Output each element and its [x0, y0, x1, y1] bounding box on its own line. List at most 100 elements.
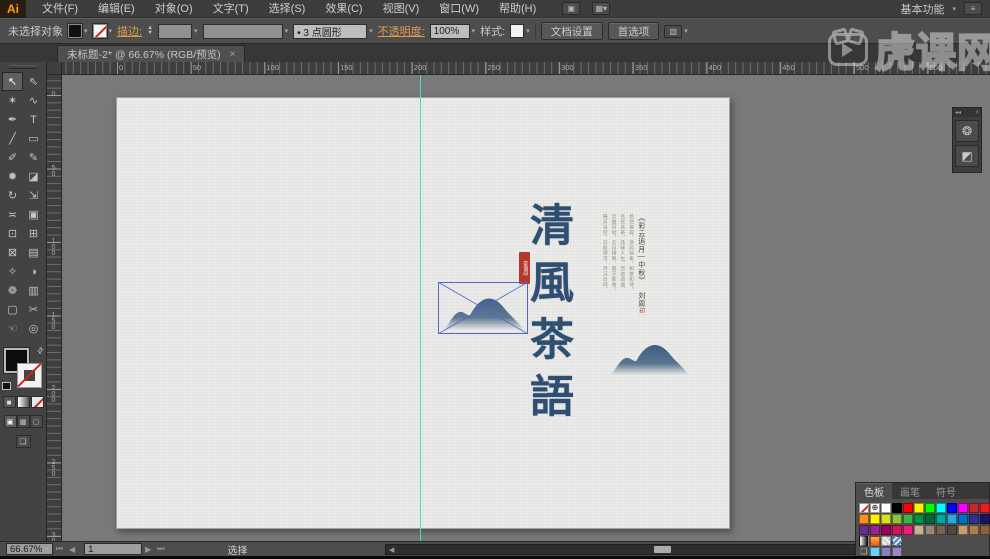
swatch[interactable] — [870, 525, 880, 535]
stroke-link[interactable]: 描边: — [117, 23, 142, 39]
width-tool[interactable]: ≍ — [2, 205, 23, 224]
swatch[interactable] — [936, 525, 946, 535]
preferences-button[interactable]: 首选项 — [607, 22, 660, 40]
brush-definition-field[interactable]: • 3 点圆形 — [293, 23, 368, 39]
document-setup-button[interactable]: 文档设置 — [540, 22, 603, 40]
fill-color-control[interactable]: ▾ — [67, 23, 88, 39]
shape-builder-tool[interactable]: ⊡ — [2, 224, 23, 243]
color-mode-button[interactable]: ■ — [2, 396, 16, 408]
brush-definition-control[interactable]: • 3 点圆形 ▾ — [293, 23, 373, 39]
panel-grip[interactable] — [9, 65, 37, 69]
swatch[interactable] — [903, 525, 913, 535]
swatch[interactable] — [903, 503, 913, 513]
stroke-weight-control[interactable]: ▾ — [158, 23, 198, 39]
stroke-color-control[interactable]: ▾ — [91, 23, 112, 39]
menu-item-4[interactable]: 选择(S) — [259, 0, 316, 18]
menu-item-2[interactable]: 对象(O) — [145, 0, 203, 18]
opacity-field[interactable]: 100% — [429, 23, 470, 39]
eyedropper-tool[interactable]: ✧ — [2, 262, 23, 281]
draw-behind-button[interactable]: ▩ — [16, 415, 30, 428]
swatch[interactable] — [881, 503, 891, 513]
style-swatch[interactable] — [510, 24, 525, 38]
paintbrush-tool[interactable]: ✐ — [2, 148, 23, 167]
selection-tool[interactable]: ↖ — [2, 72, 23, 91]
scrollbar-thumb[interactable] — [654, 546, 671, 553]
next-artboard-button[interactable]: ▶ — [145, 545, 151, 554]
slice-tool[interactable]: ✂ — [23, 300, 44, 319]
menu-item-6[interactable]: 视图(V) — [373, 0, 430, 18]
swatch[interactable] — [969, 514, 979, 524]
menu-item-3[interactable]: 文字(T) — [203, 0, 259, 18]
swatch[interactable] — [936, 503, 946, 513]
ruler-origin-corner[interactable] — [47, 62, 62, 75]
swatch[interactable] — [925, 503, 935, 513]
swatch-registration[interactable]: ⊕ — [870, 503, 880, 513]
line-segment-tool[interactable]: ╱ — [2, 129, 23, 148]
swatch[interactable] — [903, 514, 913, 524]
direct-selection-tool[interactable]: ⇖ — [23, 72, 44, 91]
previous-artboard-button[interactable]: ◀ — [69, 545, 75, 554]
swatch[interactable] — [958, 503, 968, 513]
swatch[interactable] — [892, 514, 902, 524]
column-graph-tool[interactable]: ▥ — [23, 281, 44, 300]
swatch[interactable] — [881, 514, 891, 524]
swatch[interactable] — [859, 525, 869, 535]
workspace-switcher[interactable]: 基本功能 ▾ ≡ — [900, 1, 990, 17]
artboard-navigation-field[interactable]: 1 ▾ — [84, 543, 143, 555]
swatch[interactable] — [892, 503, 902, 513]
app-bar-button[interactable]: ≡ — [964, 2, 982, 15]
gradient-panel-icon[interactable]: ◩ — [955, 145, 979, 167]
fill-swatch[interactable] — [67, 23, 83, 39]
draw-inside-button[interactable]: ▢ — [29, 415, 43, 428]
swatch[interactable] — [980, 525, 990, 535]
menu-item-7[interactable]: 窗口(W) — [429, 0, 489, 18]
pencil-tool[interactable]: ✎ — [23, 148, 44, 167]
menu-item-1[interactable]: 编辑(E) — [88, 0, 145, 18]
arrange-documents-icon[interactable]: ▦▾ — [592, 2, 611, 15]
menu-item-0[interactable]: 文件(F) — [32, 0, 88, 18]
selected-image-placeholder[interactable] — [438, 282, 528, 334]
close-icon[interactable]: × — [230, 49, 236, 60]
swatch[interactable] — [980, 503, 990, 513]
last-artboard-button[interactable]: ⏭ — [157, 544, 164, 554]
rectangle-tool[interactable]: ▭ — [23, 129, 44, 148]
gradient-mode-button[interactable] — [16, 396, 30, 408]
draw-normal-button[interactable]: ▣ — [3, 415, 17, 428]
width-profile-control[interactable]: ▾ — [202, 23, 288, 39]
swatch[interactable] — [947, 525, 957, 535]
swatch-pattern[interactable] — [881, 536, 891, 546]
swatch[interactable] — [925, 525, 935, 535]
menu-item-8[interactable]: 帮助(H) — [489, 0, 546, 18]
scale-tool[interactable]: ⇲ — [23, 186, 44, 205]
swatch[interactable] — [914, 514, 924, 524]
symbol-sprayer-tool[interactable]: ❁ — [2, 281, 23, 300]
rotate-tool[interactable]: ↻ — [2, 186, 23, 205]
swatch[interactable] — [969, 503, 979, 513]
none-mode-button[interactable] — [30, 396, 44, 408]
stroke-weight-field[interactable] — [158, 23, 193, 39]
color-panel-icon[interactable]: ❂ — [955, 120, 979, 142]
stroke-none-swatch[interactable] — [91, 23, 108, 39]
opacity-link[interactable]: 不透明度: — [378, 23, 425, 39]
vertical-guide[interactable] — [420, 75, 421, 541]
stroke-weight-stepper[interactable]: ▲ ▼ — [147, 25, 153, 36]
eraser-tool[interactable]: ◪ — [23, 167, 44, 186]
document-tab[interactable]: 未标题-2* @ 66.67% (RGB/预览) × — [57, 45, 246, 62]
lasso-tool[interactable]: ∿ — [23, 91, 44, 110]
swatch[interactable] — [881, 525, 891, 535]
swatch[interactable] — [969, 525, 979, 535]
artboard-tool[interactable]: ▢ — [2, 300, 23, 319]
swatch[interactable] — [958, 514, 968, 524]
width-profile-field[interactable] — [202, 23, 283, 39]
mountain-artwork-2[interactable] — [605, 334, 693, 378]
swatch[interactable] — [958, 525, 968, 535]
first-artboard-button[interactable]: ⏮ — [56, 544, 63, 554]
stroke-color-well[interactable] — [17, 363, 42, 388]
swatch[interactable] — [870, 514, 880, 524]
free-transform-tool[interactable]: ▣ — [23, 205, 44, 224]
zoom-tool[interactable]: ◎ — [23, 319, 44, 338]
bridge-icon[interactable]: ▣ — [562, 2, 581, 15]
mesh-tool[interactable]: ⊠ — [2, 243, 23, 262]
stepper-down-icon[interactable]: ▼ — [147, 30, 153, 36]
swap-fill-stroke-icon[interactable]: ⇄ — [35, 345, 46, 356]
